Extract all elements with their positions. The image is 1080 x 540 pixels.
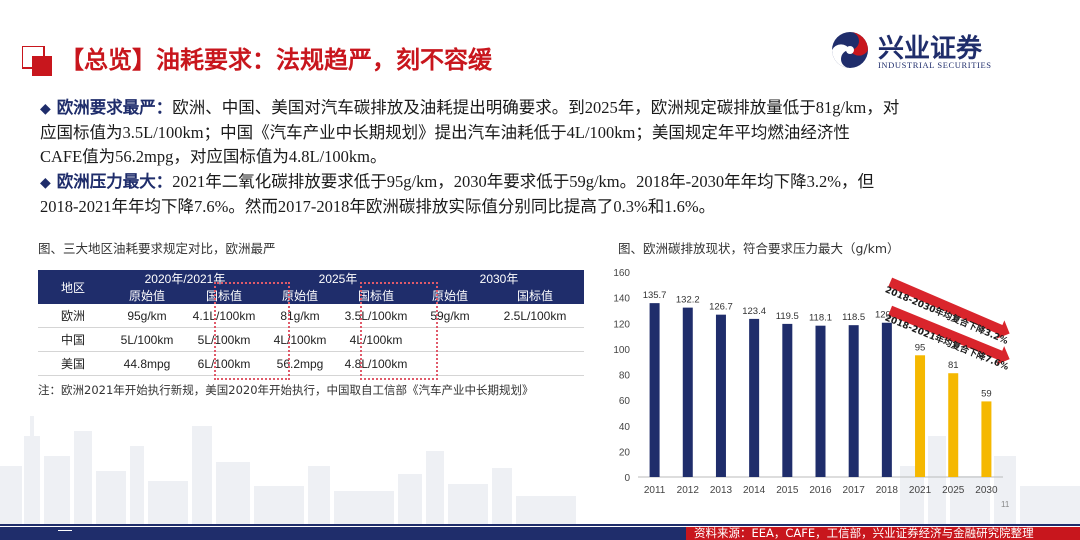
- x-tick-label: 2013: [710, 485, 733, 496]
- x-tick-label: 2011: [644, 485, 666, 496]
- column-subheader: 国标值: [486, 287, 584, 304]
- bar: [649, 303, 660, 477]
- y-tick-label: 0: [624, 473, 630, 484]
- table-cell: 95g/km: [108, 304, 186, 328]
- x-tick-label: 2015: [776, 485, 799, 496]
- bar-value-label: 95: [915, 342, 926, 353]
- x-tick-label: 2018: [876, 485, 899, 496]
- footer-blue-segment: [0, 527, 686, 540]
- table-caption: 图、三大地区油耗要求规定对比，欧洲最严: [38, 241, 276, 256]
- page-number: 11: [1001, 500, 1010, 509]
- y-tick-label: 140: [613, 294, 630, 305]
- table-cell: [486, 351, 584, 376]
- diamond-bullet-icon: ◆: [40, 175, 51, 191]
- table-subheader-row: 原始值 国标值 原始值 国标值 原始值 国标值: [38, 287, 584, 304]
- brand-name-en: INDUSTRIAL SECURITIES: [878, 60, 992, 70]
- y-tick-label: 160: [613, 268, 630, 279]
- table-row: 中国 5L/100km 5L/100km 4L/100km 4L/100km: [38, 327, 584, 352]
- x-tick-label: 2017: [843, 485, 866, 496]
- bullet-heading: 欧洲要求最严：: [56, 98, 173, 117]
- bullet-europe-strictest: ◆ 欧洲要求最严：欧洲、中国、美国对汽车碳排放及油耗提出明确要求。到2025年，欧…: [40, 96, 1040, 169]
- bullet-europe-pressure: ◆ 欧洲压力最大：2021年二氧化碳排放要求低于95g/km，2030年要求低于5…: [40, 170, 1040, 219]
- table-cell-region: 中国: [38, 327, 108, 352]
- source-note: 资料来源：EEA，CAFE，工信部，兴业证券经济与金融研究院整理: [694, 526, 1034, 540]
- y-tick-label: 40: [619, 422, 631, 433]
- bullet-text: 应国标值为3.5L/100km；中国《汽车产业中长期规划》提出汽车油耗低于4L/…: [40, 123, 850, 142]
- summary-bullets: ◆ 欧洲要求最严：欧洲、中国、美国对汽车碳排放及油耗提出明确要求。到2025年，欧…: [40, 96, 1040, 220]
- bar: [881, 322, 892, 477]
- eu-co2-emission-bar-chart: 0 20 40 60 80 100 120 140 160 135.7 2011 132.2 2012 1…: [613, 268, 1010, 496]
- bullet-text: CAFE值为56.2mpg，对应国标值为4.8L/100km。: [40, 147, 387, 166]
- brand-swirl-icon: [832, 32, 868, 68]
- chart-caption: 图、欧洲碳排放现状，符合要求压力最大（g/km）: [618, 241, 900, 256]
- brand-logo: 兴业证券 INDUSTRIAL SECURITIES: [830, 28, 1020, 74]
- x-tick-label: 2021: [909, 485, 932, 496]
- bullet-text: 欧洲、中国、美国对汽车碳排放及油耗提出明确要求。到2025年，欧洲规定碳排放量低…: [172, 98, 900, 117]
- footer-bar: 资料来源：EEA，CAFE，工信部，兴业证券经济与金融研究院整理: [0, 523, 1080, 540]
- bullet-heading: 欧洲压力最大：: [56, 172, 173, 191]
- y-tick-label: 60: [619, 396, 631, 407]
- y-tick-label: 20: [619, 447, 631, 458]
- bar-value-label: 119.5: [776, 311, 799, 322]
- section-logo-icon: [22, 46, 52, 76]
- footer-dash: [58, 530, 72, 531]
- bar-value-label: 126.7: [709, 302, 733, 313]
- bar: [715, 314, 726, 477]
- page-title: 【总览】油耗要求：法规趋严，刻不容缓: [60, 46, 492, 74]
- bar: [749, 318, 760, 477]
- table-cell-region: 欧洲: [38, 304, 108, 328]
- bar: [981, 401, 992, 477]
- table-cell: [486, 327, 584, 352]
- diamond-bullet-icon: ◆: [40, 101, 51, 117]
- national-standard-highlight-box: [214, 282, 290, 380]
- column-header-year: 2030年: [414, 270, 584, 287]
- column-header-region: 地区: [38, 270, 108, 304]
- table-note: 注：欧洲2021年开始执行新规，美国2020年开始执行，中国取自工信部《汽车产业…: [38, 383, 534, 397]
- bar: [782, 323, 793, 477]
- bar-value-label: 135.7: [643, 290, 667, 301]
- table-cell: 44.8mpg: [108, 351, 186, 376]
- table-row: 美国 44.8mpg 6L/100km 56.2mpg 4.8L/100km: [38, 351, 584, 376]
- bullet-text: 2021年二氧化碳排放要求低于95g/km，2030年要求低于59g/km。20…: [172, 172, 874, 191]
- y-tick-label: 120: [613, 319, 630, 330]
- table-cell-region: 美国: [38, 351, 108, 376]
- bar-value-label: 118.1: [809, 313, 832, 324]
- bar: [682, 307, 693, 477]
- y-tick-label: 80: [619, 371, 631, 382]
- x-tick-label: 2030: [975, 485, 998, 496]
- x-tick-label: 2014: [743, 485, 766, 496]
- y-tick-label: 100: [613, 345, 630, 356]
- column-subheader: 原始值: [108, 287, 186, 304]
- bar-value-label: 132.2: [676, 295, 700, 306]
- bar-value-label: 59: [981, 388, 992, 399]
- table-row: 欧洲 95g/km 4.1L/100km 81g/km 3.5L/100km 5…: [38, 304, 584, 328]
- table-cell: 5L/100km: [108, 327, 186, 352]
- bar: [915, 355, 926, 477]
- regulation-comparison-table: 地区 2020年/2021年 2025年 2030年 原始值 国标值 原始值 国…: [38, 270, 584, 376]
- bar-value-label: 81: [948, 360, 959, 371]
- table-header-row: 地区 2020年/2021年 2025年 2030年: [38, 270, 584, 304]
- x-tick-label: 2025: [942, 485, 965, 496]
- bullet-text: 2018-2021年年均下降7.6%。然而2017-2018年欧洲碳排放实际值分…: [40, 197, 716, 216]
- bar: [848, 325, 859, 477]
- bar-value-label: 123.4: [742, 306, 766, 317]
- x-tick-label: 2016: [809, 485, 832, 496]
- bar: [948, 373, 959, 477]
- bar-value-label: 118.5: [842, 312, 865, 323]
- x-tick-label: 2012: [677, 485, 700, 496]
- table-cell: 2.5L/100km: [486, 304, 584, 328]
- bar: [815, 325, 826, 477]
- national-standard-highlight-box: [360, 282, 438, 380]
